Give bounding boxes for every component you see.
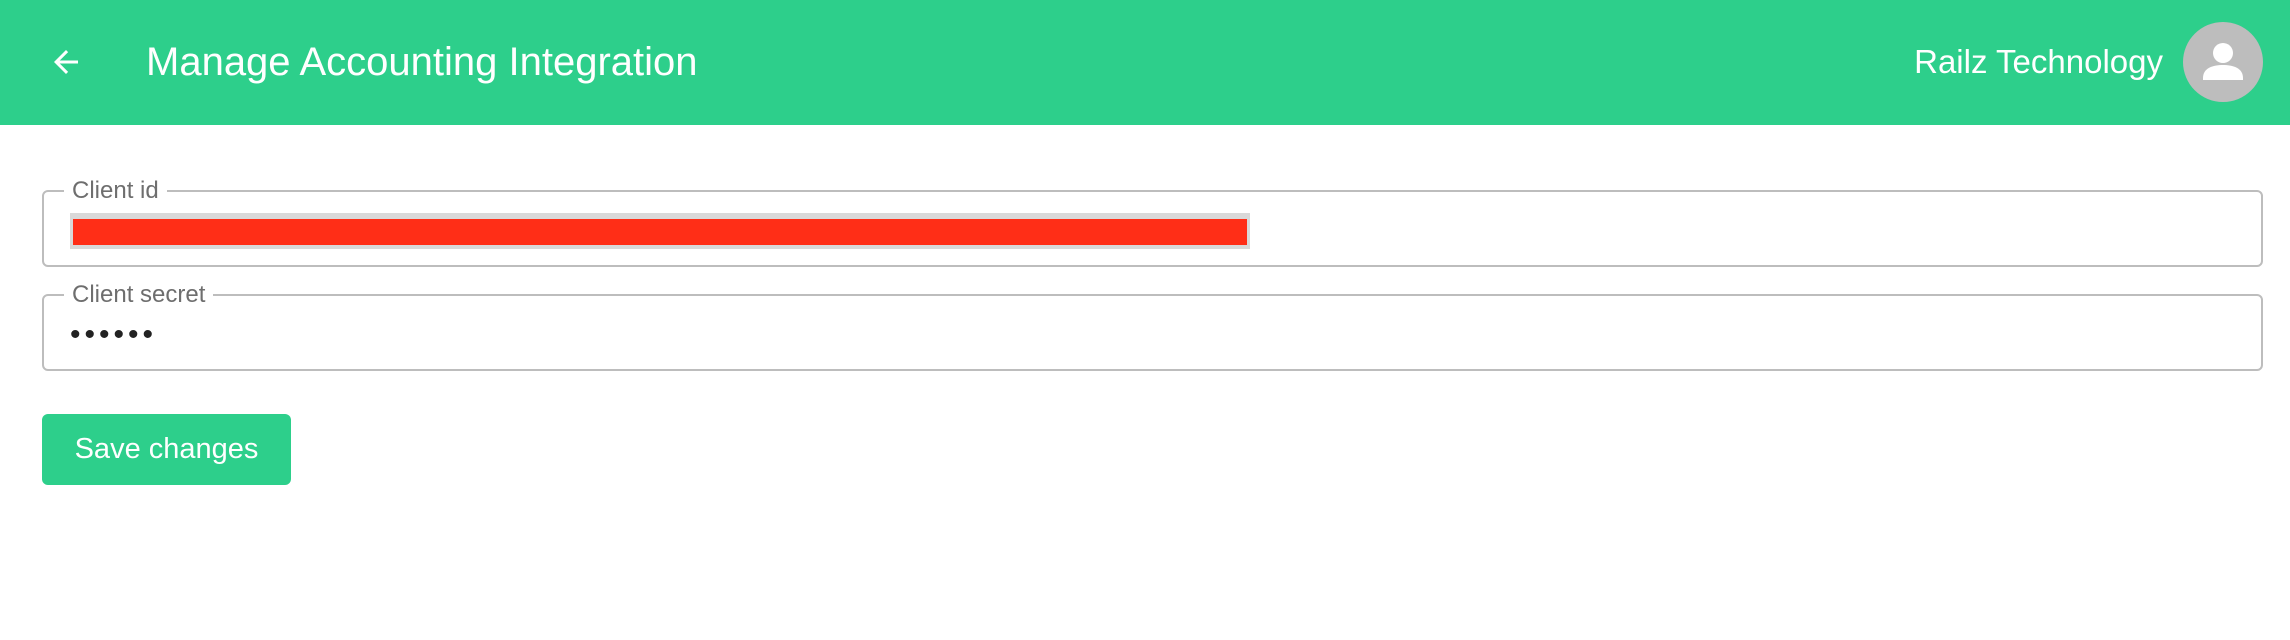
app-header: Manage Accounting Integration Railz Tech…: [0, 0, 2290, 125]
redacted-value: [70, 213, 1250, 249]
company-name[interactable]: Railz Technology: [1914, 36, 2163, 88]
save-changes-button[interactable]: Save changes: [42, 414, 291, 485]
page-title: Manage Accounting Integration: [146, 40, 698, 84]
client-secret-value: ••••••: [70, 318, 158, 351]
avatar[interactable]: [2183, 22, 2263, 102]
arrow-left-icon: [54, 50, 78, 74]
redaction-bar: [73, 219, 1247, 245]
client-id-input[interactable]: [70, 212, 1250, 250]
client-secret-label: Client secret: [64, 282, 214, 308]
client-secret-field[interactable]: Client secret ••••••: [42, 282, 2263, 371]
person-icon: [2203, 43, 2243, 80]
client-id-label: Client id: [64, 178, 167, 204]
client-secret-input[interactable]: ••••••: [70, 316, 157, 354]
back-button[interactable]: [40, 36, 92, 88]
client-id-field[interactable]: Client id: [42, 178, 2263, 267]
